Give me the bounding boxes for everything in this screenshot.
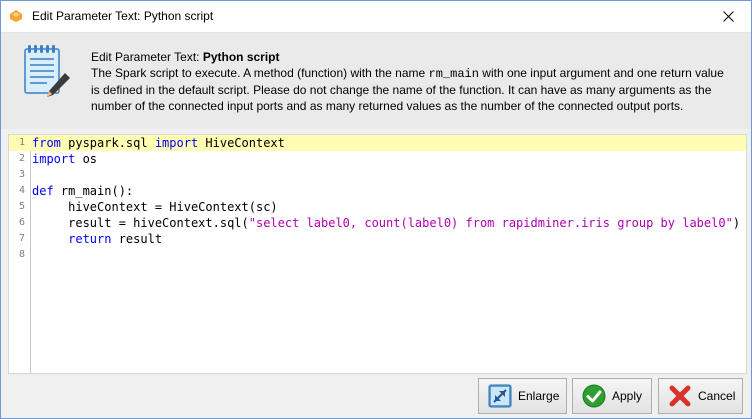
- code-token: hiveContext = HiveContext(sc): [32, 200, 278, 214]
- code-token: ): [732, 216, 741, 230]
- line-number: 2: [18, 153, 25, 164]
- keyword-token: def: [32, 184, 54, 198]
- description-body: The Spark script to execute. A method (f…: [91, 65, 731, 114]
- heading-param-name: Python script: [202, 50, 280, 64]
- code-token: result = hiveContext.sql(: [32, 216, 249, 230]
- code-line: 2 import os: [9, 151, 746, 167]
- line-number: 3: [18, 169, 25, 180]
- code-token: HiveContext: [198, 136, 285, 150]
- code-text: from pyspark.sql import HiveContext: [32, 135, 285, 151]
- code-text: def rm_main():: [32, 183, 133, 199]
- code-editor[interactable]: 1 from pyspark.sql import HiveContext 2 imp…: [8, 134, 747, 374]
- code-token: rm_main():: [53, 184, 134, 198]
- line-number: 1: [18, 137, 25, 148]
- window-title: Edit Parameter Text: Python script: [32, 9, 214, 23]
- code-line: 1 from pyspark.sql import HiveContext: [9, 135, 746, 151]
- heading-prefix: Edit Parameter Text:: [91, 50, 203, 64]
- code-line: 5 hiveContext = HiveContext(sc): [9, 199, 746, 215]
- apply-label: Apply: [612, 389, 643, 403]
- code-line: 4 def rm_main():: [9, 183, 746, 199]
- close-button[interactable]: [705, 1, 751, 32]
- desc-code: rm_main: [428, 67, 479, 81]
- enlarge-button[interactable]: Enlarge: [478, 378, 567, 414]
- code-text: result = hiveContext.sql("select label0,…: [32, 215, 740, 231]
- code-line: 7 return result: [9, 231, 746, 247]
- cancel-label: Cancel: [698, 389, 736, 403]
- keyword-token: import: [32, 152, 76, 166]
- code-text: hiveContext = HiveContext(sc): [32, 199, 278, 215]
- notepad-pencil-icon: [24, 45, 70, 97]
- keyword-token: import: [154, 136, 199, 150]
- description-heading: Edit Parameter Text: Python script: [91, 49, 731, 65]
- close-icon: [722, 11, 734, 22]
- string-token: "select label0, count(label0) from rapid…: [248, 216, 733, 230]
- keyword-token: return: [68, 232, 112, 246]
- code-line: 8: [9, 247, 746, 263]
- code-token: pyspark.sql: [60, 136, 155, 150]
- description-panel: Edit Parameter Text: Python script The S…: [1, 33, 751, 129]
- desc-part1: The Spark script to execute. A method (f…: [91, 66, 429, 80]
- line-number: 7: [18, 233, 25, 244]
- code-token: result: [111, 232, 163, 246]
- code-text: return result: [32, 231, 162, 247]
- x-icon: [669, 385, 691, 407]
- keyword-token: from: [32, 136, 61, 150]
- apply-button[interactable]: Apply: [572, 378, 652, 414]
- title-bar: Edit Parameter Text: Python script: [1, 1, 751, 33]
- code-text: import os: [32, 151, 97, 167]
- code-line: 6 result = hiveContext.sql("select label…: [9, 215, 746, 231]
- dialog-window: Edit Parameter Text: Python script Edit …: [0, 0, 752, 419]
- cancel-button[interactable]: Cancel: [658, 378, 743, 414]
- line-number: 5: [18, 201, 25, 212]
- enlarge-label: Enlarge: [518, 389, 560, 403]
- checkmark-icon: [582, 384, 606, 408]
- code-token: os: [75, 152, 98, 166]
- line-number: 8: [18, 249, 25, 260]
- app-icon: [10, 10, 22, 22]
- code-line: 3: [9, 167, 746, 183]
- button-bar: Enlarge Apply Cancel: [1, 373, 751, 418]
- description-text: Edit Parameter Text: Python script The S…: [91, 49, 731, 114]
- line-number: 6: [18, 217, 25, 228]
- line-number: 4: [18, 185, 25, 196]
- enlarge-icon: [488, 384, 512, 408]
